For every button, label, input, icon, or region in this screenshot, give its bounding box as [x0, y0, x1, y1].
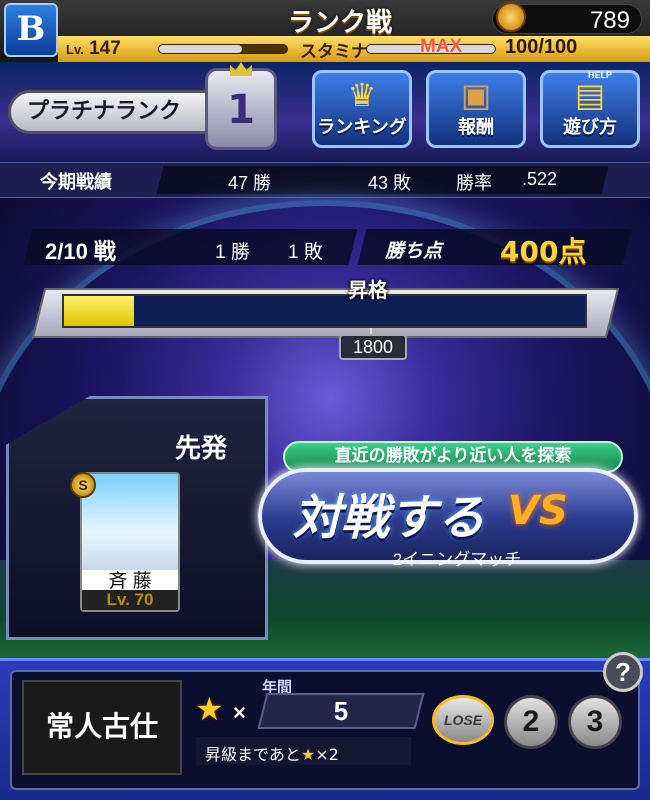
season-losses: 43 敗 — [368, 173, 412, 193]
battle-button-label: 対戦する — [293, 490, 486, 546]
match-type: 2イニングマッチ — [392, 550, 522, 569]
promotion-gauge — [62, 294, 587, 328]
level-prefix: Lv. — [66, 42, 84, 57]
level-value: 147 — [89, 38, 121, 59]
series-wins: 1 勝 — [215, 242, 250, 263]
series-progress: 2/10 戦 — [45, 239, 116, 264]
stamina-max-label: MAX — [420, 36, 463, 57]
win-rate: .522 — [522, 169, 558, 189]
series-losses: 1 敗 — [288, 242, 323, 263]
exp-bar-fill — [159, 45, 243, 53]
need-text-post: ×2 — [315, 745, 339, 764]
help-book-icon: ▤ — [574, 76, 606, 114]
stamina-label: スタミナ — [300, 42, 368, 61]
s-rank-icon: S — [70, 472, 96, 498]
vs-icon: VS — [508, 488, 568, 534]
player-name: 斉 藤 — [108, 571, 152, 592]
times-symbol: × — [233, 700, 246, 725]
motto-plate: 常人古仕 — [22, 680, 182, 775]
how-to-play-button[interactable]: ▤ 遊び方 — [540, 70, 640, 148]
how-to-play-button-label: 遊び方 — [563, 117, 617, 138]
help-badge: HELP — [588, 70, 613, 80]
need-text-pre: 昇級まであと — [205, 745, 301, 764]
coin-count: 789 — [589, 7, 630, 34]
season-wins: 47 勝 — [228, 173, 272, 193]
lose-count-2: 3 — [568, 695, 622, 749]
stamina-value: 100/100 — [505, 36, 578, 58]
rank-number: 1 — [227, 87, 255, 133]
season-record-label: 今期戦績 — [40, 172, 112, 193]
ranking-button-label: ランキング — [317, 117, 407, 138]
rank-badge: 1 — [205, 68, 277, 150]
team-b-logo-icon: B — [4, 3, 58, 57]
page-title: ランク戦 — [287, 8, 392, 38]
help-button[interactable]: ? — [603, 652, 643, 692]
lose-count-1: 2 — [504, 695, 558, 749]
starter-label: 先発 — [175, 434, 228, 464]
lose-icon: LOSE — [432, 695, 494, 745]
coin-icon — [496, 2, 526, 32]
player-level: Lv. 147 — [66, 38, 121, 60]
points-label: 勝ち点 — [385, 240, 443, 262]
reward-button[interactable]: ▣ 報酬 — [426, 70, 526, 148]
player-portrait — [82, 474, 178, 570]
player-level: Lv. 70 — [82, 590, 178, 610]
promotion-label: 昇格 — [348, 278, 388, 302]
crown-icon: ♛ — [347, 76, 377, 114]
treasure-chest-icon: ▣ — [460, 76, 492, 114]
win-rate-label: 勝率 — [456, 173, 492, 193]
annual-value: 5 — [333, 696, 349, 726]
promotion-threshold: 1800 — [339, 334, 407, 360]
promotion-need-text: 昇級まであと★×2 — [205, 741, 339, 765]
exp-bar — [158, 44, 288, 54]
promotion-gauge-fill — [64, 296, 134, 326]
ranking-button[interactable]: ♛ ランキング — [312, 70, 412, 148]
points-value: 400点 — [500, 235, 587, 268]
star-small-icon: ★ — [300, 745, 316, 764]
reward-button-label: 報酬 — [458, 117, 494, 138]
star-icon: ★ — [195, 690, 224, 728]
